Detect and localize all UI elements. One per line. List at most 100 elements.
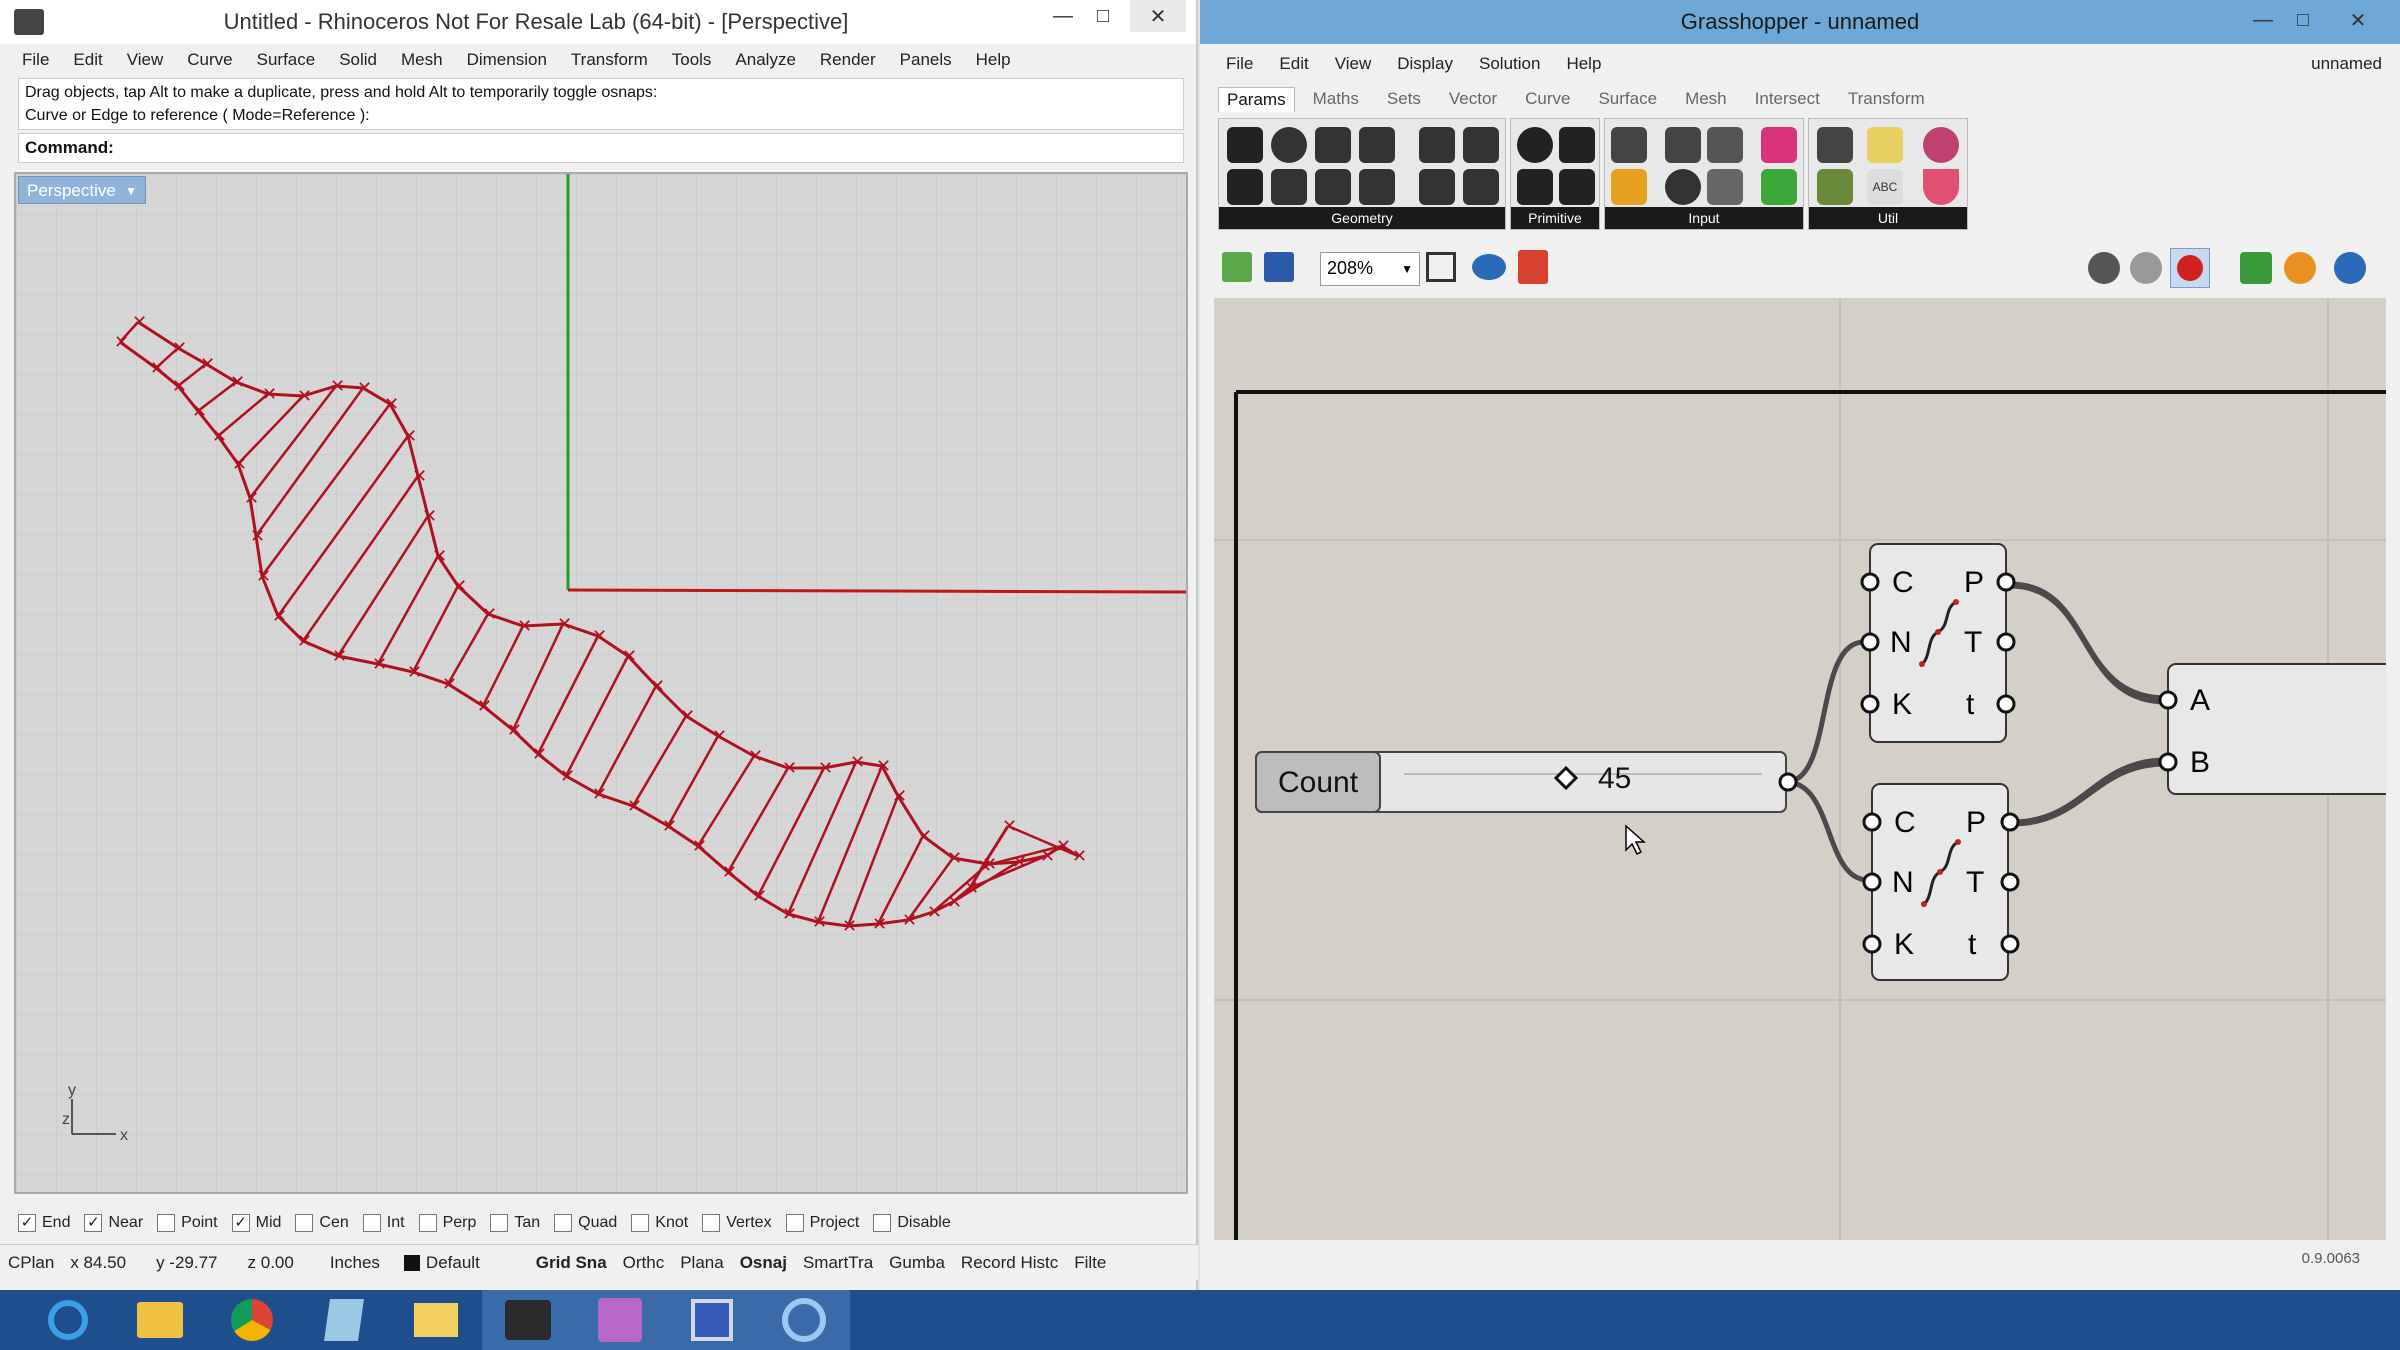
checkbox[interactable] [702,1214,721,1232]
gh-menu-file[interactable]: File [1226,54,1253,74]
input-port-b[interactable] [2158,752,2178,772]
file-input-icon[interactable] [1611,127,1647,163]
tab-vector[interactable]: Vector [1449,89,1497,109]
list-input-icon[interactable] [1707,169,1743,205]
slider-output-port[interactable] [1778,772,1798,792]
menu-curve[interactable]: Curve [187,50,232,70]
menu-dimension[interactable]: Dimension [467,50,547,70]
sketch-pen-icon[interactable] [1518,250,1548,284]
divide-curve-component-2[interactable]: C N K P T t [1862,783,2020,981]
menu-mesh[interactable]: Mesh [401,50,443,70]
tab-mesh[interactable]: Mesh [1685,89,1727,109]
osnap-knot[interactable]: Knot [631,1214,688,1232]
zoom-extents-icon[interactable] [1426,252,1456,282]
input-port-c[interactable] [1860,572,1880,592]
circle-param-icon[interactable] [1271,127,1307,163]
toggle-input-icon[interactable] [1665,127,1701,163]
colour-input-icon[interactable] [1761,169,1797,205]
tree-util-icon[interactable] [1817,127,1853,163]
preview-eye-icon[interactable] [1472,254,1506,280]
menu-analyze[interactable]: Analyze [735,50,795,70]
output-port-p[interactable] [2000,812,2020,832]
toggle-filter[interactable]: Filte [1066,1253,1114,1273]
checkbox[interactable] [418,1214,437,1232]
graph-input-icon[interactable] [1611,169,1647,205]
image-util-icon[interactable] [1817,169,1853,205]
gh-canvas[interactable]: Count 45 C N K P T t C N K P T t A B [1214,298,2386,1240]
osnap-point[interactable]: Point [157,1214,218,1232]
toggle-osnap[interactable]: Osnaj [732,1253,795,1273]
osnap-cen[interactable]: Cen [295,1214,349,1232]
osnap-project[interactable]: Project [785,1214,859,1232]
osnap-quad[interactable]: Quad [554,1214,617,1232]
gh-menu-edit[interactable]: Edit [1279,54,1308,74]
maximize-button[interactable]: □ [1080,0,1126,32]
gh-menu-solution[interactable]: Solution [1479,54,1540,74]
preview-wire-icon[interactable] [2130,252,2162,284]
gh-close-button[interactable]: ✕ [2330,4,2386,36]
gh-doc-name[interactable]: unnamed [2311,54,2382,74]
toggle-grid-snap[interactable]: Grid Sna [528,1253,615,1273]
grasshopper-icon[interactable] [758,1290,850,1350]
menu-tools[interactable]: Tools [672,50,712,70]
tab-curve[interactable]: Curve [1525,89,1570,109]
checkbox[interactable] [362,1214,381,1232]
floppy-icon[interactable] [666,1290,758,1350]
status-layer[interactable]: Default [396,1253,488,1273]
menu-solid[interactable]: Solid [339,50,377,70]
output-port-tparam[interactable] [2000,934,2020,954]
explorer-icon[interactable] [114,1290,206,1350]
osnap-disable[interactable]: Disable [873,1214,951,1232]
save-icon[interactable] [1264,252,1294,282]
menu-view[interactable]: View [127,50,164,70]
boolean-param-icon[interactable] [1517,127,1553,163]
app-icon[interactable] [298,1290,390,1350]
output-port-t[interactable] [1996,632,2016,652]
chevron-down-icon[interactable]: ▼ [125,184,137,198]
slider-input-icon[interactable] [1707,127,1743,163]
command-prompt[interactable]: Command: [18,133,1184,163]
text-param-icon[interactable] [1559,169,1595,205]
mesh-param-icon[interactable] [1463,127,1499,163]
flask-util-icon[interactable] [1923,169,1959,205]
menu-surface[interactable]: Surface [257,50,316,70]
swatch-util-icon[interactable] [1923,127,1959,163]
viewport-title-tab[interactable]: Perspective ▼ [18,176,146,204]
surface-param-icon[interactable] [1359,169,1395,205]
perspective-viewport[interactable]: ✕ ✕ ✕ ✕ ✕ ✕ ✕ ✕ ✕ ✕ ✕ ✕ ✕ ✕ ✕ ✕ ✕ ✕ ✕ ✕ ✕ ✕ ✕ ✕ ✕ ✕ ✕ ✕ ✕ ✕ ✕ ✕ ✕ ✕ ✕ ✕ ✕ ✕ ✕ ✕… [14,172,1188,1194]
panel-util-icon[interactable] [1867,127,1903,163]
preview-shaded-icon[interactable] [2088,252,2120,284]
checkbox[interactable]: ✓ [231,1214,250,1232]
menu-transform[interactable]: Transform [571,50,648,70]
input-port-n[interactable] [1862,872,1882,892]
toggle-planar[interactable]: Plana [672,1253,731,1273]
number-param-icon[interactable] [1517,169,1553,205]
checkbox[interactable] [157,1214,176,1232]
folder-icon[interactable] [390,1290,482,1350]
gh-menu-view[interactable]: View [1335,54,1372,74]
tab-sets[interactable]: Sets [1387,89,1421,109]
open-file-icon[interactable] [1222,252,1252,282]
integer-param-icon[interactable] [1559,127,1595,163]
gh-menu-help[interactable]: Help [1566,54,1601,74]
line-param-icon[interactable] [1271,169,1307,205]
checkbox[interactable] [554,1214,573,1232]
input-port-a[interactable] [2158,690,2178,710]
checkbox[interactable] [873,1214,892,1232]
osnap-int[interactable]: Int [362,1214,405,1232]
knob-input-icon[interactable] [1665,169,1701,205]
bake-icon[interactable] [2240,252,2272,284]
line-component[interactable]: A B [2158,663,2386,795]
brep-param-icon[interactable] [1419,127,1455,163]
input-port-n[interactable] [1860,632,1880,652]
box-param-icon[interactable] [1359,127,1395,163]
paint-icon[interactable] [574,1290,666,1350]
osnap-near[interactable]: ✓ Near [84,1214,143,1232]
count-slider[interactable]: Count 45 [1255,751,1798,813]
preview-selected-button[interactable] [2170,248,2210,288]
status-units[interactable]: Inches [322,1253,388,1273]
gradient-input-icon[interactable] [1761,127,1797,163]
command-history[interactable]: Drag objects, tap Alt to make a duplicat… [18,78,1184,130]
tab-surface[interactable]: Surface [1598,89,1657,109]
osnap-vertex[interactable]: Vertex [702,1214,772,1232]
